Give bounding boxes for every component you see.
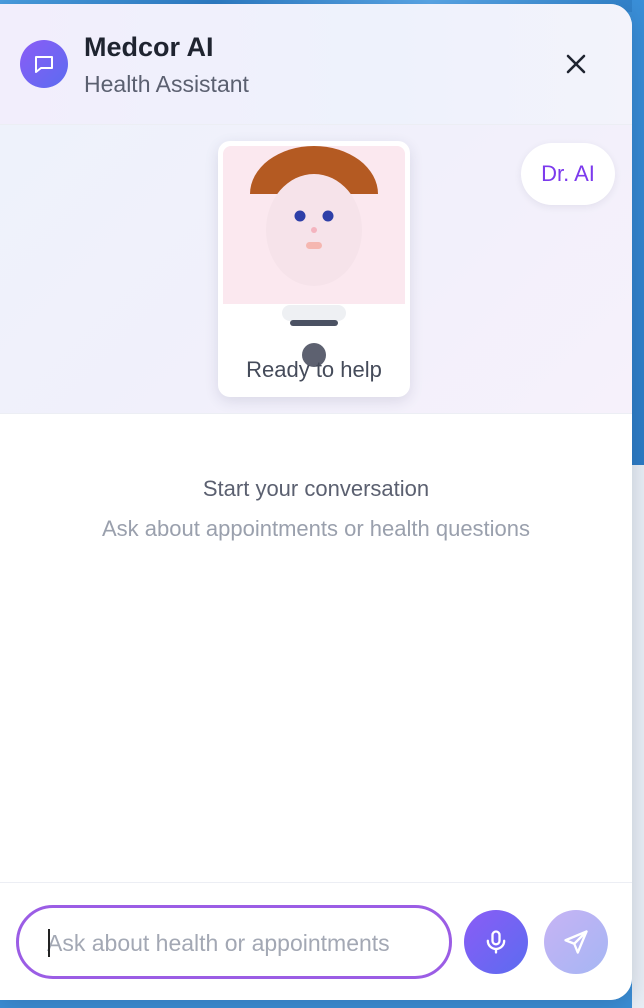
app-subtitle: Health Assistant — [84, 71, 249, 97]
message-input[interactable] — [45, 908, 429, 978]
doctor-avatar — [223, 146, 405, 304]
send-icon — [564, 930, 588, 954]
message-input-wrapper — [16, 905, 452, 979]
microphone-icon — [486, 930, 506, 954]
avatar-card: Ready to help — [218, 141, 410, 397]
avatar-mouth — [306, 242, 322, 249]
empty-state-title: Start your conversation — [202, 476, 430, 501]
close-button[interactable] — [560, 48, 592, 80]
chat-bubble-icon — [20, 40, 68, 88]
chat-header: Medcor AI Health Assistant — [0, 4, 632, 125]
text-caret — [48, 929, 50, 957]
chat-panel: Medcor AI Health Assistant Ready to help… — [0, 4, 632, 1000]
composer-bar — [0, 882, 632, 1000]
send-button[interactable] — [544, 910, 608, 974]
avatar-area: Ready to help Dr. AI — [0, 125, 632, 414]
empty-state-subtitle: Ask about appointments or health questio… — [101, 516, 531, 541]
close-icon — [566, 54, 586, 74]
microphone-button[interactable] — [464, 910, 528, 974]
avatar-nose — [311, 227, 317, 233]
avatar-eye-right — [322, 210, 334, 222]
avatar-eye-left — [294, 210, 306, 222]
dr-ai-badge: Dr. AI — [521, 143, 615, 205]
background-page-edge-blue — [632, 0, 644, 465]
avatar-status: Ready to help — [246, 357, 382, 382]
avatar-collar — [290, 320, 338, 326]
avatar-neck — [282, 305, 346, 321]
app-title: Medcor AI — [84, 32, 214, 62]
